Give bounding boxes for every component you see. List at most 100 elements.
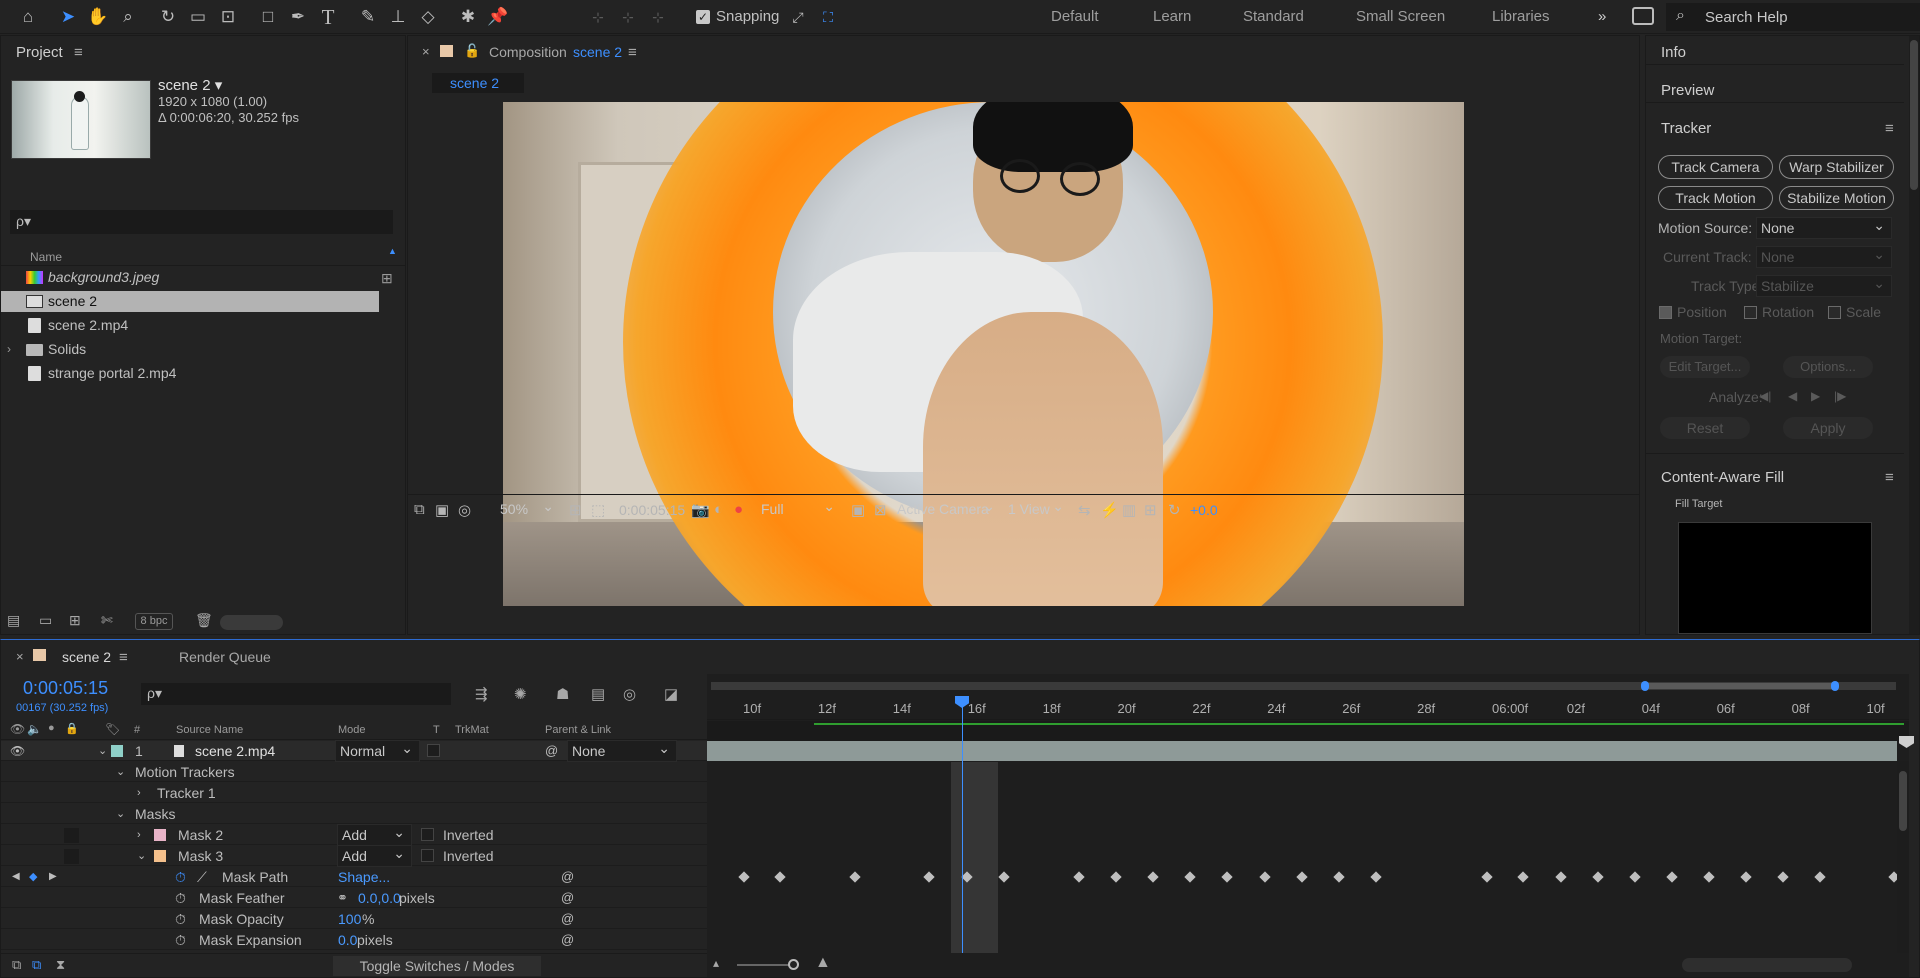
exposure-value[interactable]: +0.0: [1190, 502, 1218, 518]
parent-link-column-header[interactable]: Parent & Link: [545, 724, 611, 736]
puppet-pin-tool-icon[interactable]: 📌: [486, 5, 510, 29]
analyze-backward-icon[interactable]: ◀|: [1759, 389, 1771, 403]
thumbnail-size-slider[interactable]: [220, 615, 283, 630]
expand-arrow-icon[interactable]: ›: [7, 339, 11, 360]
resolution-dropdown[interactable]: Full: [757, 496, 841, 521]
reset-exposure-icon[interactable]: ↻: [1168, 501, 1181, 519]
expand-arrow-icon[interactable]: ⌄: [116, 762, 125, 782]
clone-stamp-tool-icon[interactable]: ⊥: [386, 5, 410, 29]
type-tool-icon[interactable]: T: [316, 5, 340, 29]
lock-toggle[interactable]: [64, 828, 79, 843]
info-panel-tab[interactable]: Info: [1661, 44, 1686, 61]
tracker-panel-title[interactable]: Tracker: [1661, 120, 1711, 137]
track-type-dropdown[interactable]: Stabilize: [1756, 273, 1892, 297]
close-timeline-icon[interactable]: ×: [16, 649, 24, 664]
keyframe-icon[interactable]: [1370, 871, 1382, 883]
rectangle-tool-icon[interactable]: □: [256, 5, 280, 29]
keyframe-icon[interactable]: [1814, 871, 1826, 883]
layer-duration-bar[interactable]: [707, 741, 1897, 761]
analyze-forward-icon[interactable]: |▶: [1834, 389, 1846, 403]
workspace-standard[interactable]: Standard: [1243, 8, 1304, 25]
label-header-icon[interactable]: 🏷: [105, 722, 120, 736]
home-icon[interactable]: ⌂: [16, 5, 40, 29]
work-area-track[interactable]: [707, 721, 1909, 741]
keyframe-icon[interactable]: [1184, 871, 1196, 883]
new-folder-icon[interactable]: ▭: [39, 612, 52, 629]
next-keyframe-icon[interactable]: ▶: [49, 867, 57, 887]
position-checkbox[interactable]: [1659, 306, 1672, 319]
lock-toggle[interactable]: [64, 849, 79, 864]
track-camera-button[interactable]: Track Camera: [1658, 155, 1773, 179]
mask-path-keyframes-track[interactable]: [707, 867, 1909, 887]
previous-keyframe-icon[interactable]: ◀: [12, 867, 20, 887]
mask-feather-value[interactable]: 0.0,0.0: [358, 888, 401, 908]
motion-trackers-row[interactable]: ⌄ Motion Trackers: [1, 762, 707, 782]
num-column-header[interactable]: #: [134, 724, 140, 736]
motion-source-dropdown[interactable]: None: [1756, 215, 1892, 239]
time-navigator-bar[interactable]: [711, 681, 1896, 691]
zoom-out-icon[interactable]: ▴: [713, 956, 719, 970]
pick-whip-icon[interactable]: @: [561, 888, 574, 908]
flowchart-icon[interactable]: ⊞: [381, 270, 393, 287]
rotation-checkbox[interactable]: [1744, 306, 1757, 319]
fit-frame-icon[interactable]: ⊞: [569, 501, 582, 519]
mask-2-inverted-checkbox[interactable]: [421, 828, 434, 841]
keyframe-diamond-icon[interactable]: ◆: [29, 867, 37, 887]
workspace-edit-icon[interactable]: [1632, 7, 1654, 25]
keyframe-icon[interactable]: [1073, 871, 1085, 883]
project-settings-icon[interactable]: ✄: [101, 612, 113, 629]
keyframe-icon[interactable]: [1740, 871, 1752, 883]
analyze-back-frame-icon[interactable]: ◀: [1788, 389, 1797, 403]
axis-local-icon[interactable]: ⊹: [586, 5, 610, 29]
keyframe-icon[interactable]: [1221, 871, 1233, 883]
apply-button[interactable]: Apply: [1783, 417, 1873, 439]
pan-behind-tool-icon[interactable]: ⊡: [216, 5, 240, 29]
workspace-learn[interactable]: Learn: [1153, 8, 1191, 25]
workspace-overflow-icon[interactable]: »: [1598, 8, 1606, 25]
mask-2-color[interactable]: [154, 829, 166, 841]
composition-viewer-tab[interactable]: scene 2: [432, 73, 524, 93]
project-item[interactable]: › Solids: [1, 339, 379, 360]
keyframe-icon[interactable]: [738, 871, 750, 883]
keyframe-icon[interactable]: [1703, 871, 1715, 883]
warp-stabilizer-button[interactable]: Warp Stabilizer: [1779, 155, 1894, 179]
keyframe-icon[interactable]: [998, 871, 1010, 883]
in-out-icon[interactable]: ⧗: [56, 957, 65, 973]
project-item[interactable]: strange portal 2.mp4: [1, 363, 379, 384]
current-track-dropdown[interactable]: None: [1756, 244, 1892, 268]
keyframe-icon[interactable]: [1333, 871, 1345, 883]
t-column-header[interactable]: T: [433, 724, 440, 736]
lock-icon[interactable]: 🔓: [464, 43, 480, 59]
project-item-selected[interactable]: scene 2: [1, 291, 379, 312]
motion-blur-icon[interactable]: ◎: [623, 685, 636, 703]
keyframe-icon[interactable]: [1110, 871, 1122, 883]
keyframe-icon[interactable]: [1629, 871, 1641, 883]
horizontal-scrollbar[interactable]: [1682, 958, 1852, 972]
scale-checkbox[interactable]: [1828, 306, 1841, 319]
toggle-switches-modes-button[interactable]: Toggle Switches / Modes: [333, 956, 541, 976]
trkmat-column-header[interactable]: TrkMat: [455, 724, 489, 736]
stopwatch-icon[interactable]: ⏱: [175, 888, 186, 908]
snap-edges-icon[interactable]: ⤢: [786, 5, 810, 29]
selection-tool-icon[interactable]: ➤: [56, 5, 80, 29]
layer-mode-dropdown[interactable]: Normal: [335, 738, 420, 762]
current-time-indicator[interactable]: [962, 702, 963, 953]
transfer-controls-icon[interactable]: ⧉: [32, 957, 41, 973]
timeline-tab[interactable]: scene 2: [62, 649, 111, 665]
edit-target-button[interactable]: Edit Target...: [1660, 356, 1750, 378]
navigator-end-handle[interactable]: [1831, 681, 1839, 691]
region-of-interest-icon[interactable]: ▣: [851, 501, 865, 519]
layer-collapse-arrow-icon[interactable]: ⌄: [98, 741, 107, 761]
always-preview-icon[interactable]: ⧉: [414, 501, 425, 518]
pen-tool-icon[interactable]: ✒: [286, 5, 310, 29]
right-panel-scrollbar[interactable]: [1909, 36, 1919, 634]
timeline-search-field[interactable]: ρ▾: [141, 683, 451, 705]
interpret-footage-icon[interactable]: ▤: [7, 612, 20, 629]
trash-icon[interactable]: 🗑: [195, 612, 213, 629]
layer-label-color[interactable]: [111, 745, 123, 757]
keyframe-icon[interactable]: [774, 871, 786, 883]
draft-3d-icon[interactable]: ✺: [514, 685, 527, 703]
visibility-eye-icon[interactable]: 👁: [10, 741, 25, 761]
mask-feather-row[interactable]: ⏱ Mask Feather ⚭ 0.0,0.0 pixels @: [1, 888, 707, 908]
track-motion-button[interactable]: Track Motion: [1658, 186, 1773, 210]
